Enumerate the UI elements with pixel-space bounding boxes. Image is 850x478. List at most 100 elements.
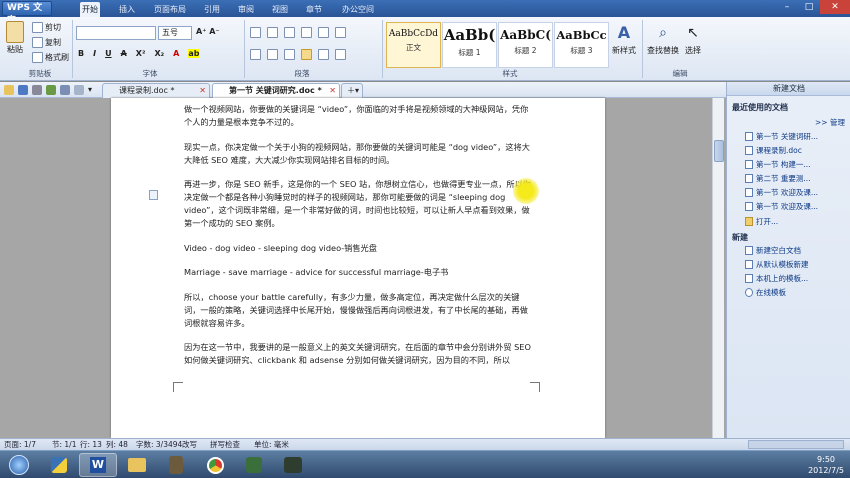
page-corner-mark [173,382,183,392]
binoculars-icon: ⌕ [659,25,667,41]
style-heading-2[interactable]: AaBbC( 标题 2 [498,22,553,68]
scroll-thumb[interactable] [714,140,724,162]
align-center-icon[interactable] [267,49,278,60]
new-tab-button[interactable]: ＋▾ [341,83,363,98]
status-revise[interactable]: 改写 [182,439,197,450]
highlight-button[interactable]: ab [188,49,200,58]
new-blank-doc-link[interactable]: 新建空白文档 [745,245,801,256]
line-spacing-icon[interactable] [335,49,346,60]
numbering-icon[interactable] [267,27,278,38]
redo-icon[interactable] [74,85,84,95]
grow-font-button[interactable]: A⁺ A⁻ [196,27,220,36]
font-name-select[interactable] [76,26,156,40]
taskbar-python[interactable] [40,453,78,477]
find-replace-button[interactable]: ⌕ 查找替换 [647,23,679,56]
minimize-icon[interactable]: – [776,0,798,14]
menu-tab-references[interactable]: 引用 [202,2,222,17]
format-painter-button[interactable]: 格式刷 [32,52,69,63]
online-templates-link[interactable]: 在线模板 [745,287,786,298]
menu-tab-office-space[interactable]: 办公空间 [340,2,376,17]
menu-tab-layout[interactable]: 页面布局 [152,2,188,17]
align-left-icon[interactable] [250,49,261,60]
cut-button[interactable]: 剪切 [32,22,61,33]
style-heading-1[interactable]: AaBb( 标题 1 [442,22,497,68]
recent-doc-item[interactable]: 第一节 欢迎及课... [745,201,818,212]
taskbar-app[interactable] [157,453,195,477]
taskbar-chrome[interactable] [196,453,234,477]
maximize-icon[interactable]: □ [798,0,820,14]
list-buttons [250,27,346,38]
font-size-select[interactable]: 五号 [158,26,192,40]
customize-icon[interactable]: ▾ [88,85,98,95]
tab-course-recording[interactable]: 课程录制.doc * ✕ [102,83,210,98]
close-tab-icon[interactable]: ✕ [199,84,206,98]
underline-button[interactable]: U [105,49,112,58]
indent-icon[interactable] [301,27,312,38]
taskbar-explorer[interactable] [118,453,156,477]
copy-button[interactable]: 复制 [32,37,61,48]
status-words[interactable]: 字数: 3/3494 [136,439,182,450]
zoom-slider[interactable] [748,440,844,449]
recent-doc-item[interactable]: 第二节 重要测... [745,173,811,184]
blank-doc-icon [745,246,753,255]
superscript-button[interactable]: X² [136,49,146,58]
select-button[interactable]: ↖ 选择 [685,23,701,56]
tab-label: 第一节 关键词研究.doc * [229,86,322,95]
recent-doc-item[interactable]: 课程录制.doc [745,145,802,156]
bold-button[interactable]: B [78,49,84,58]
document-page[interactable]: 做一个视频网站，你要做的关键词是 “video”，你面临的对手将是视频领域的大神… [111,98,605,438]
style-normal[interactable]: AaBbCcDd 正文 [386,22,441,68]
print-icon[interactable] [32,85,42,95]
tab-keyword-research[interactable]: 第一节 关键词研究.doc * ✕ [212,83,340,98]
app-menu-button[interactable]: WPS 文字 [2,1,52,26]
recent-doc-item[interactable]: 第一节 构建一... [745,159,811,170]
open-link[interactable]: 打开... [745,216,778,227]
document-text[interactable]: 做一个视频网站，你要做的关键词是 “video”，你面临的对手将是视频领域的大神… [184,103,534,379]
paste-button[interactable]: 粘贴 [6,21,24,55]
clock[interactable]: 9:50 2012/7/5 [808,454,844,476]
start-button[interactable] [4,453,34,477]
recent-doc-label: 第一节 关键词研... [756,132,819,141]
subscript-button[interactable]: X₂ [154,49,164,58]
taskbar-wps-writer[interactable]: W [79,453,117,477]
menu-tab-home[interactable]: 开始 [80,2,100,17]
menu-tab-review[interactable]: 审阅 [236,2,256,17]
local-templates-link[interactable]: 本机上的模板... [745,273,808,284]
recent-doc-item[interactable]: 第一节 欢迎及课... [745,187,818,198]
paragraph: 做一个视频网站，你要做的关键词是 “video”，你面临的对手将是视频领域的大神… [184,104,529,127]
menu-tab-insert[interactable]: 插入 [117,2,137,17]
font-color-button[interactable]: A [173,49,179,58]
style-name: 标题 3 [570,46,593,55]
status-spell-check[interactable]: 拼写检查 [210,439,240,450]
undo-icon[interactable] [60,85,70,95]
outdent-icon[interactable] [284,27,295,38]
style-sample: AaBb( [443,26,496,44]
style-heading-3[interactable]: AaBbCc 标题 3 [554,22,609,68]
taskbar-media[interactable] [235,453,273,477]
new-style-button[interactable]: A 新样式 [612,23,636,56]
italic-button[interactable]: I [93,49,96,58]
align-right-icon[interactable] [284,49,295,60]
new-from-default-template-link[interactable]: 从默认模板新建 [745,259,809,270]
manage-link[interactable]: >> 管理 [815,117,845,128]
sort-icon[interactable] [318,27,329,38]
close-icon[interactable]: ✕ [820,0,850,14]
template-icon [745,260,753,269]
save-icon[interactable] [18,85,28,95]
vertical-scrollbar[interactable] [712,98,724,438]
justify-icon[interactable] [301,49,312,60]
taskbar-recorder[interactable] [274,453,312,477]
strike-button[interactable]: A [121,49,127,58]
paragraph: Marriage - save marriage - advice for su… [184,267,449,277]
open-icon[interactable] [4,85,14,95]
distribute-icon[interactable] [318,49,329,60]
preview-icon[interactable] [46,85,56,95]
bullets-icon[interactable] [250,27,261,38]
paste-icon [6,21,24,43]
menu-tab-view[interactable]: 视图 [270,2,290,17]
show-marks-icon[interactable] [335,27,346,38]
paragraph: 再进一步，你是 SEO 新手，这是你的一个 SEO 站，你想树立信心，也做得更专… [184,178,534,230]
recent-doc-item[interactable]: 第一节 关键词研... [745,131,818,142]
menu-tab-chapter[interactable]: 章节 [304,2,324,17]
close-tab-icon[interactable]: ✕ [329,84,336,98]
